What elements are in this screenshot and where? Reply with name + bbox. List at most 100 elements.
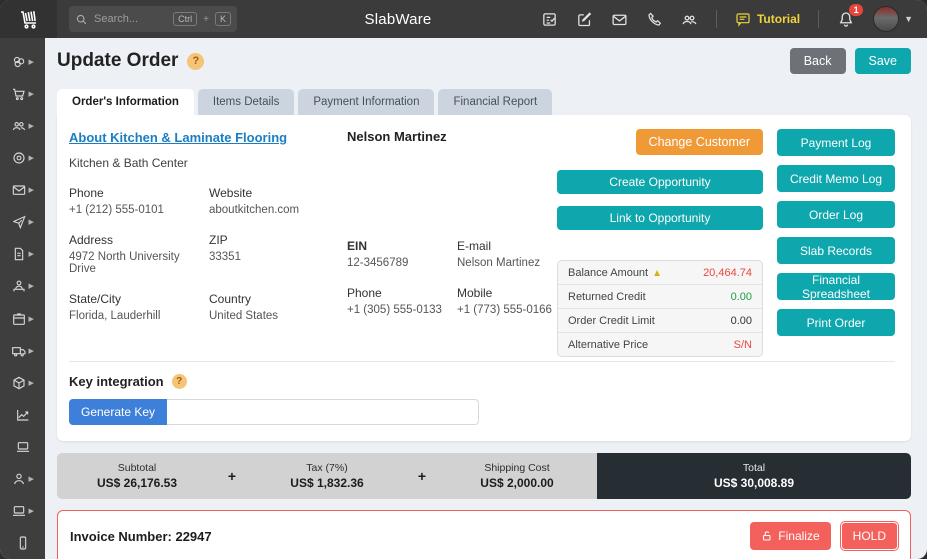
field-address: Address4972 North University Drive bbox=[69, 233, 209, 275]
sidebar-item-salesperson[interactable]: ▶ bbox=[0, 270, 45, 302]
shipping-value: US$ 2,000.00 bbox=[437, 476, 597, 490]
topbar-divider bbox=[818, 10, 819, 28]
total-block: Total US$ 30,008.89 bbox=[597, 453, 911, 499]
company-type: Kitchen & Bath Center bbox=[69, 156, 347, 170]
opportunity-column: Change Customer Create Opportunity Link … bbox=[557, 129, 763, 357]
contacts-button[interactable] bbox=[681, 11, 698, 28]
search-icon bbox=[75, 13, 88, 26]
order-totals-bar: Subtotal US$ 26,176.53 + Tax (7%) US$ 1,… bbox=[57, 453, 911, 499]
chevron-right-icon: ▶ bbox=[29, 250, 35, 258]
balance-amount-value: 20,464.74 bbox=[703, 267, 752, 279]
phone-button[interactable] bbox=[646, 11, 663, 28]
key-integration-title: Key integration bbox=[69, 374, 164, 389]
sidebar-item-disc[interactable]: ▶ bbox=[0, 142, 45, 174]
credit-memo-log-button[interactable]: Credit Memo Log bbox=[777, 165, 895, 192]
finalize-button[interactable]: Finalize bbox=[750, 522, 830, 550]
sidebar-item-campaigns[interactable]: ▶ bbox=[0, 206, 45, 238]
shipping-block: Shipping Cost US$ 2,000.00 bbox=[437, 462, 597, 490]
link-to-opportunity-button[interactable]: Link to Opportunity bbox=[557, 206, 763, 230]
topbar-divider bbox=[716, 10, 717, 28]
sidebar-item-reports[interactable] bbox=[0, 399, 45, 431]
contact-info-column: Nelson Martinez EIN12-3456789 E-mailNels… bbox=[347, 129, 557, 357]
search-input[interactable] bbox=[94, 13, 167, 25]
returned-credit-row: Returned Credit 0.00 bbox=[558, 285, 762, 309]
print-order-button[interactable]: Print Order bbox=[777, 309, 895, 336]
user-menu[interactable]: ▼ bbox=[873, 6, 913, 32]
document-icon bbox=[11, 246, 27, 262]
slab-records-button[interactable]: Slab Records bbox=[777, 237, 895, 264]
field-ein: EIN12-3456789 bbox=[347, 239, 457, 269]
tab-payment-information[interactable]: Payment Information bbox=[298, 89, 434, 115]
slab-cart-logo-icon bbox=[17, 7, 41, 31]
order-log-button[interactable]: Order Log bbox=[777, 201, 895, 228]
app-title: SlabWare bbox=[338, 11, 458, 28]
kbd-plus: + bbox=[203, 14, 209, 25]
invoice-card: Invoice Number: 22947 Finalize HOLD Orde… bbox=[57, 510, 911, 559]
chevron-right-icon: ▶ bbox=[29, 379, 35, 387]
field-phone: Phone+1 (212) 555-0101 bbox=[69, 186, 209, 216]
hold-button[interactable]: HOLD bbox=[841, 522, 898, 550]
sidebar-item-workstation[interactable] bbox=[0, 431, 45, 463]
save-button[interactable]: Save bbox=[855, 48, 912, 74]
tasks-icon bbox=[541, 11, 558, 28]
chevron-right-icon: ▶ bbox=[29, 186, 35, 194]
sidebar-item-orders[interactable]: ▶ bbox=[0, 78, 45, 110]
kbd-ctrl: Ctrl bbox=[173, 12, 197, 27]
sidebar-item-slabs[interactable]: ▶ bbox=[0, 46, 45, 78]
chart-icon bbox=[15, 407, 31, 423]
back-button[interactable]: Back bbox=[790, 48, 846, 74]
tutorial-button[interactable]: Tutorial bbox=[735, 11, 800, 27]
sidebar-item-mobile[interactable] bbox=[0, 527, 45, 559]
create-opportunity-button[interactable]: Create Opportunity bbox=[557, 170, 763, 194]
tab-bar: Order's Information Items Details Paymen… bbox=[57, 89, 911, 115]
tasks-button[interactable] bbox=[541, 11, 558, 28]
warning-icon: ▲ bbox=[652, 268, 662, 279]
payment-log-button[interactable]: Payment Log bbox=[777, 129, 895, 156]
field-contact-phone: Phone+1 (305) 555-0133 bbox=[347, 286, 457, 316]
generate-key-button[interactable]: Generate Key bbox=[69, 399, 167, 425]
sidebar-item-account[interactable]: ▶ bbox=[0, 463, 45, 495]
app-screen: Ctrl + K SlabWare Tutorial 1 ▼ bbox=[0, 0, 927, 559]
mail-icon bbox=[611, 11, 628, 28]
sidebar-item-inventory[interactable]: ▶ bbox=[0, 303, 45, 335]
chevron-right-icon: ▶ bbox=[29, 122, 35, 130]
help-icon[interactable]: ? bbox=[172, 374, 187, 389]
company-link[interactable]: About Kitchen & Laminate Flooring bbox=[69, 130, 287, 145]
tab-items-details[interactable]: Items Details bbox=[198, 89, 294, 115]
chevron-right-icon: ▶ bbox=[29, 315, 35, 323]
help-icon[interactable]: ? bbox=[187, 53, 204, 70]
page-title: Update Order bbox=[57, 50, 178, 72]
sidebar-item-terminal[interactable]: ▶ bbox=[0, 495, 45, 527]
page-header: Update Order ? Back Save bbox=[57, 48, 911, 74]
change-customer-button[interactable]: Change Customer bbox=[636, 129, 763, 155]
sidebar-item-shipping[interactable]: ▶ bbox=[0, 335, 45, 367]
chevron-right-icon: ▶ bbox=[29, 154, 35, 162]
sidebar-item-documents[interactable]: ▶ bbox=[0, 238, 45, 270]
alternative-price-row: Alternative Price S/N bbox=[558, 333, 762, 356]
sidebar-item-packages[interactable]: ▶ bbox=[0, 367, 45, 399]
app-logo[interactable] bbox=[0, 0, 57, 38]
chevron-down-icon: ▼ bbox=[904, 14, 913, 24]
tab-financial-report[interactable]: Financial Report bbox=[438, 89, 552, 115]
contacts-icon bbox=[681, 11, 698, 28]
contact-name: Nelson Martinez bbox=[347, 129, 557, 144]
notifications-button[interactable]: 1 bbox=[837, 10, 855, 28]
financial-spreadsheet-button[interactable]: Financial Spreadsheet bbox=[777, 273, 895, 300]
slabs-icon bbox=[11, 54, 27, 70]
order-credit-limit-value: 0.00 bbox=[731, 315, 752, 327]
sidebar-item-customers[interactable]: ▶ bbox=[0, 110, 45, 142]
compose-button[interactable] bbox=[576, 11, 593, 28]
field-mobile: Mobile+1 (773) 555-0166 bbox=[457, 286, 557, 316]
sidebar-item-mail[interactable]: ▶ bbox=[0, 174, 45, 206]
global-search[interactable]: Ctrl + K bbox=[69, 6, 237, 32]
alternative-price-value: S/N bbox=[734, 339, 752, 351]
laptop-icon bbox=[15, 439, 31, 455]
tab-orders-information[interactable]: Order's Information bbox=[57, 89, 194, 115]
mail-button[interactable] bbox=[611, 11, 628, 28]
total-value: US$ 30,008.89 bbox=[714, 476, 794, 490]
package-icon bbox=[11, 375, 27, 391]
tutorial-icon bbox=[735, 11, 751, 27]
mobile-icon bbox=[15, 535, 31, 551]
laptop2-icon bbox=[11, 503, 27, 519]
integration-key-input[interactable] bbox=[167, 399, 479, 425]
